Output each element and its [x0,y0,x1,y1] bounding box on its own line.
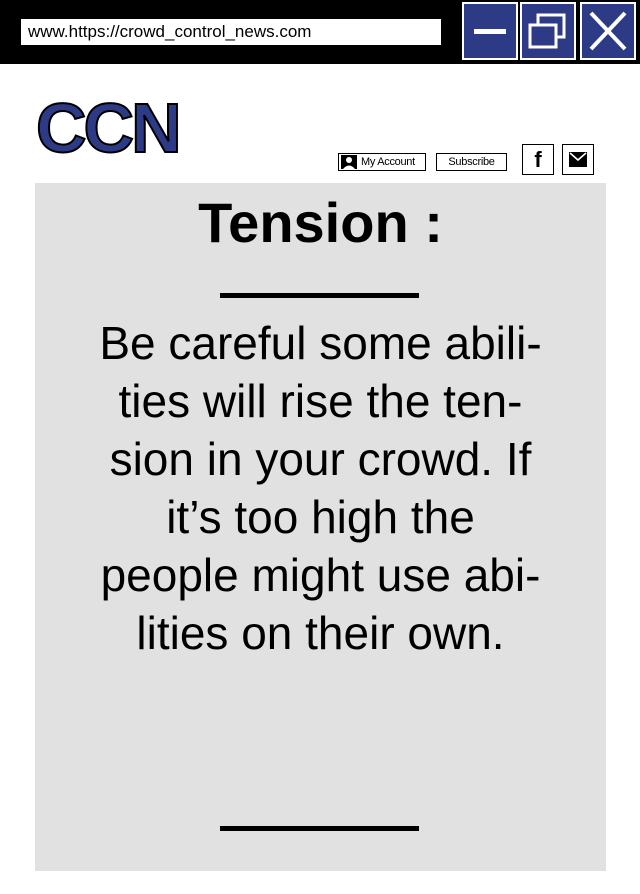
browser-title-bar: www.https://crowd_control_news.com [0,0,640,64]
facebook-icon: f [534,147,542,172]
close-icon [589,11,627,51]
site-logo[interactable]: CCN [35,88,183,168]
minimize-button[interactable] [462,2,518,60]
subscribe-button[interactable]: Subscribe [436,153,507,171]
article-title: Tension : [198,191,443,254]
restore-icon [528,13,566,49]
maximize-button[interactable] [520,2,576,60]
mail-icon [569,152,587,167]
person-icon [341,155,357,169]
article-body: Be careful some abili- ties will rise th… [99,317,542,659]
facebook-button[interactable]: f [522,144,554,175]
minimize-icon [474,29,506,34]
address-bar[interactable]: www.https://crowd_control_news.com [20,18,442,46]
my-account-button[interactable]: My Account [338,153,426,171]
mail-button[interactable] [562,144,594,175]
close-button[interactable] [580,2,636,60]
footer-divider [220,826,419,831]
my-account-label: My Account [361,156,415,168]
article-panel: Tension : Be careful some abili- ties wi… [35,183,606,871]
title-divider [220,293,419,298]
